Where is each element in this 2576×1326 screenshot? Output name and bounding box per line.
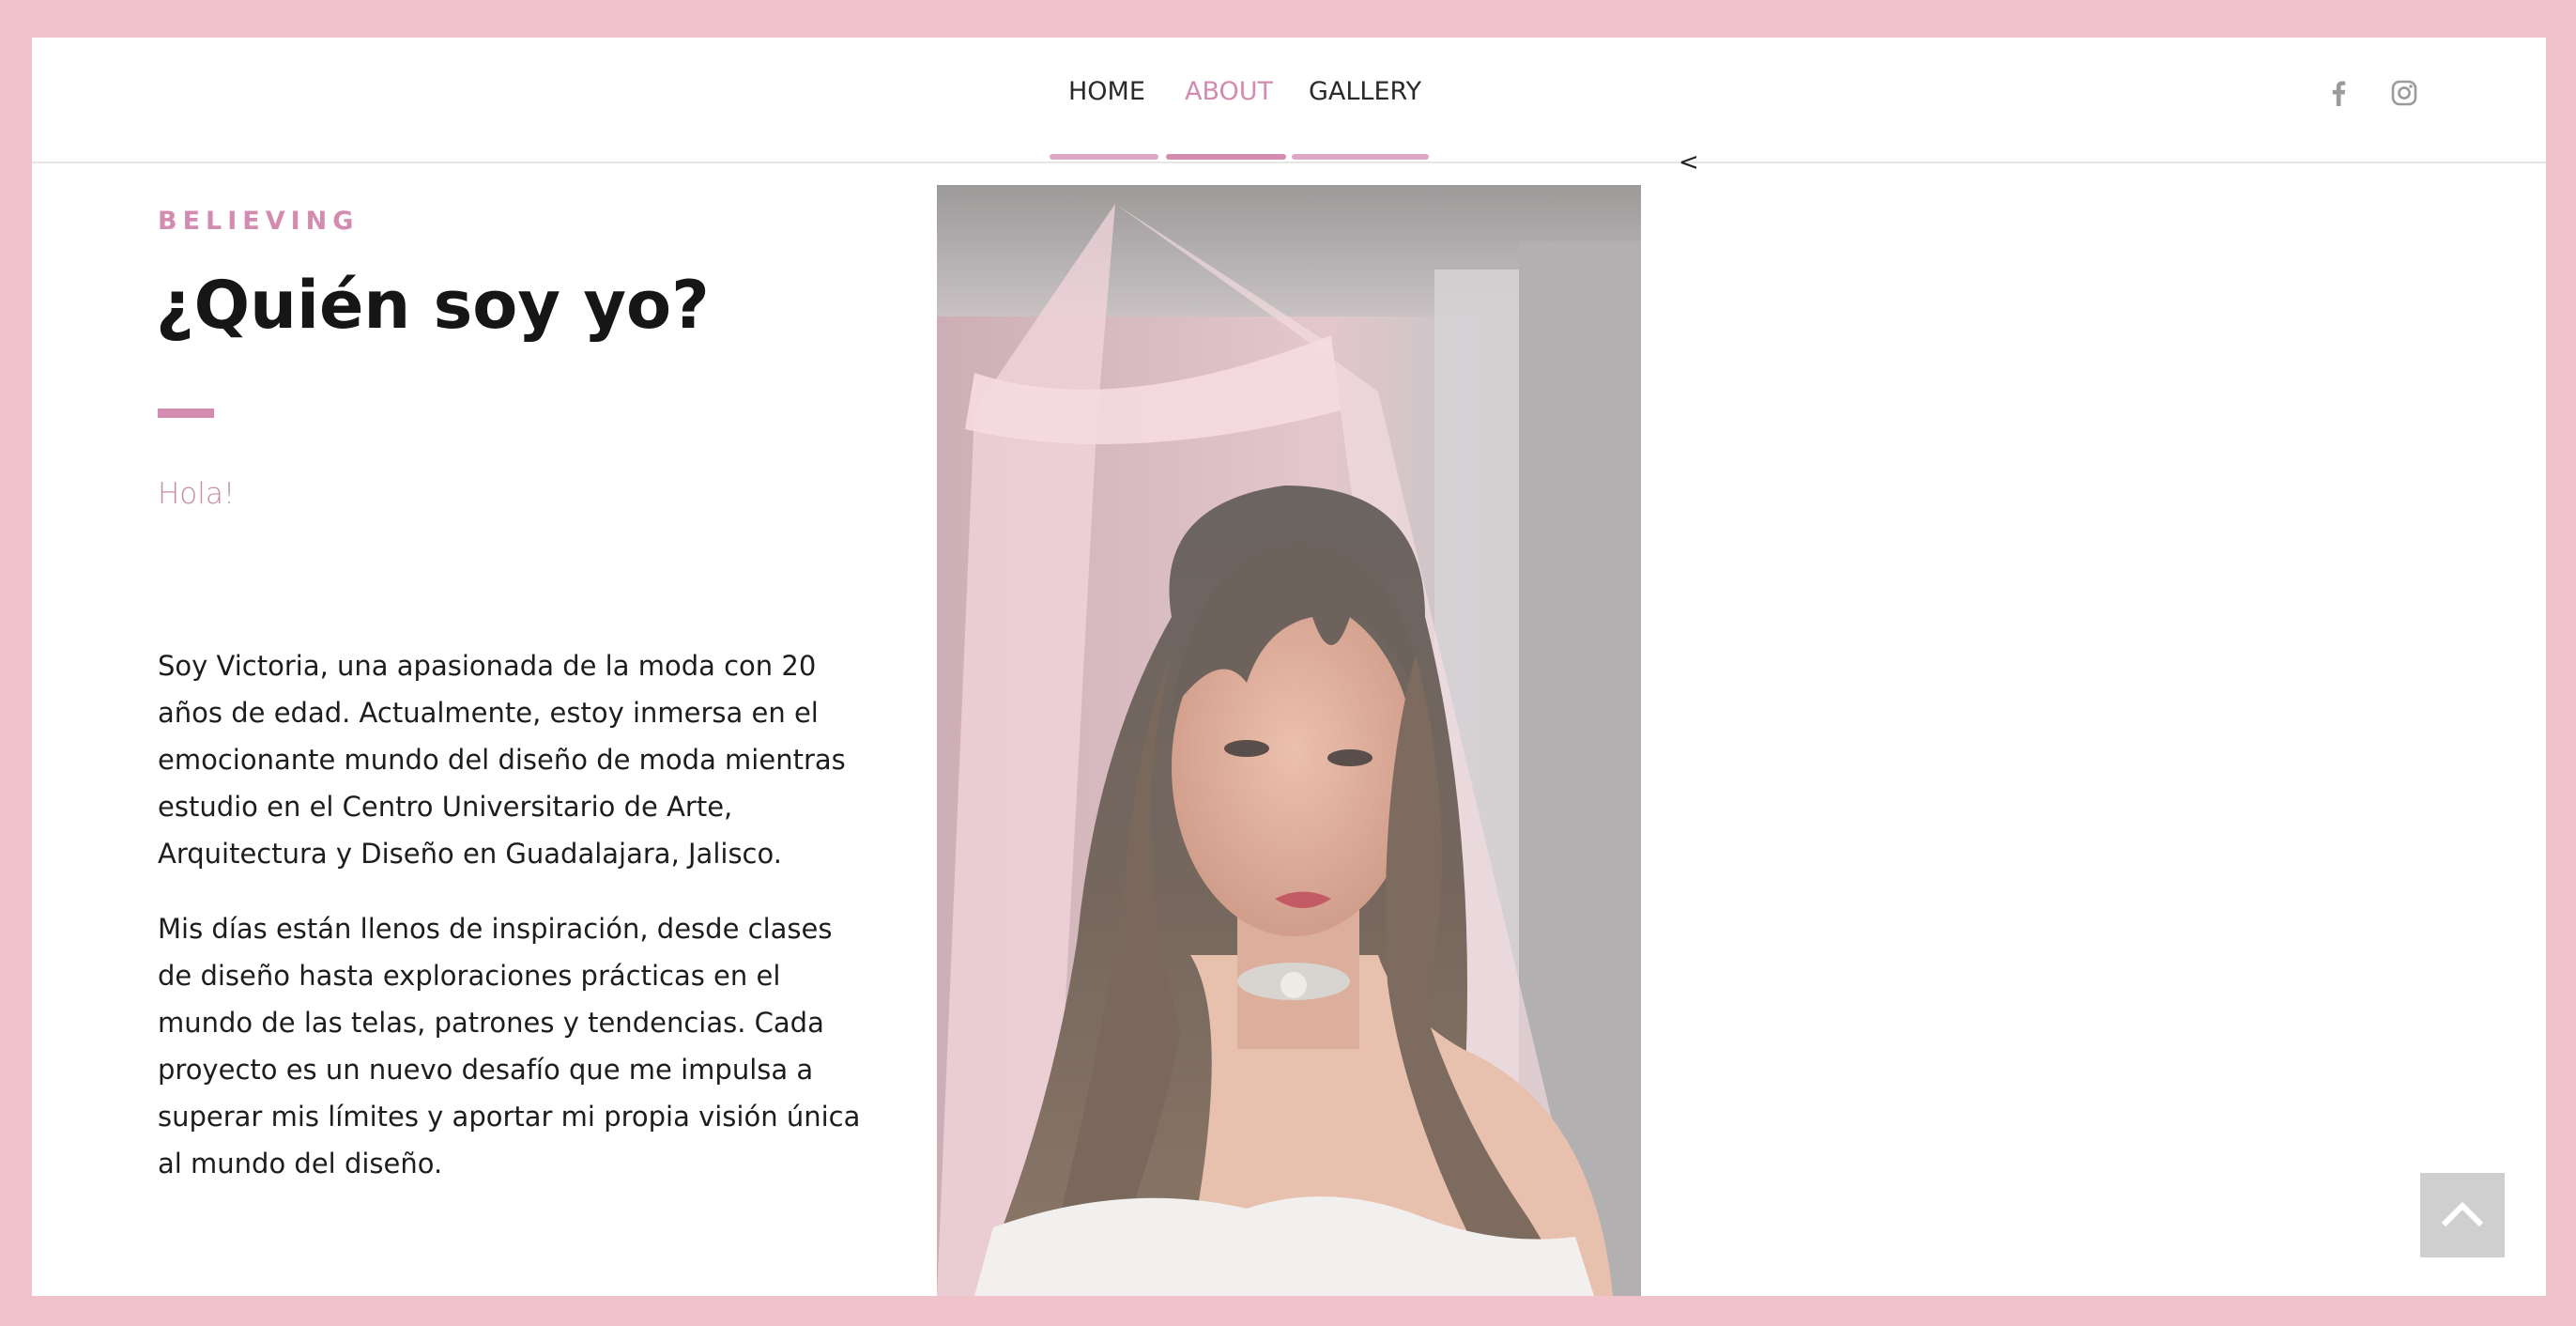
instagram-icon[interactable]: [2388, 77, 2420, 109]
nav-about-underline: [1166, 154, 1286, 160]
facebook-icon[interactable]: [2323, 77, 2354, 109]
slider-prev-arrow[interactable]: <: [1679, 148, 1699, 177]
title-divider: [158, 409, 214, 418]
section-eyebrow: BELIEVING: [158, 207, 360, 236]
nav-gallery-underline: [1292, 154, 1429, 160]
about-paragraph-2: Mis días están llenos de inspiración, de…: [158, 913, 861, 1180]
nav-about-link[interactable]: ABOUT: [1185, 77, 1273, 115]
portrait-photo: [937, 185, 1641, 1296]
nav-gallery-link[interactable]: GALLERY: [1309, 77, 1421, 115]
nav-home-link[interactable]: HOME: [1068, 77, 1145, 115]
site-header: HOME ABOUT GALLERY: [32, 38, 2546, 163]
page-frame: HOME ABOUT GALLERY < BELIEVING ¿Quién so…: [32, 38, 2546, 1296]
nav-home-underline: [1050, 154, 1158, 160]
chevron-up-icon: [2441, 1201, 2484, 1227]
page-title: ¿Quién soy yo?: [156, 267, 710, 344]
greeting-text: Hola!: [158, 477, 236, 511]
about-paragraph-1: Soy Victoria, una apasionada de la moda …: [158, 650, 846, 870]
back-to-top-button[interactable]: [2420, 1173, 2505, 1257]
